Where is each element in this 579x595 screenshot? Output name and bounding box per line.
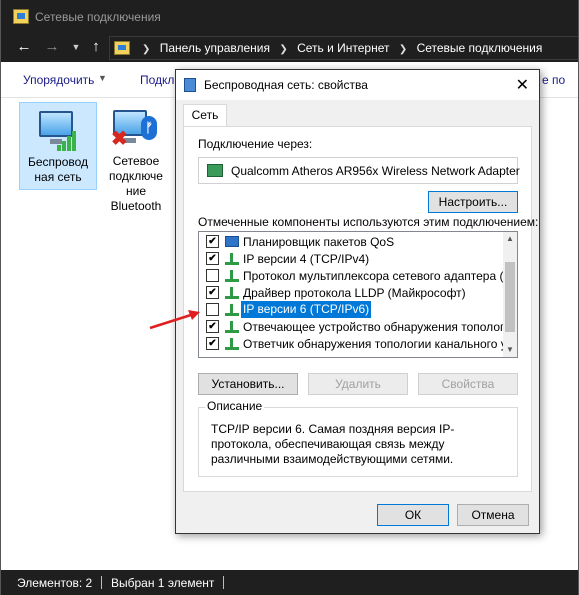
uninstall-button[interactable]: Удалить	[308, 373, 408, 395]
breadcrumb: ❯ Панель управления ❯ Сеть и Интернет ❯ …	[136, 41, 542, 55]
network-folder-icon	[13, 9, 29, 24]
scroll-down-icon[interactable]: ▼	[503, 343, 517, 357]
component-checkbox[interactable]: ✔	[206, 235, 219, 248]
protocol-icon	[225, 321, 239, 333]
description-text: TCP/IP версии 6. Самая поздняя версия IP…	[211, 422, 455, 466]
component-checkbox[interactable]	[206, 269, 219, 282]
close-icon[interactable]: ✕	[516, 75, 529, 95]
control-panel-icon	[114, 41, 130, 55]
connect-via-label: Подключение через:	[198, 137, 313, 151]
bluetooth-adapter-icon: ✖ ᚠ	[111, 106, 161, 152]
component-label: IP версии 6 (TCP/IPv6)	[241, 301, 372, 318]
dialog-title-bar: Беспроводная сеть: свойства ✕	[176, 70, 539, 100]
network-adapter-icon	[184, 78, 196, 92]
component-row[interactable]: ✔ IP версии 4 (TCP/IPv4)	[199, 250, 505, 267]
components-list[interactable]: ✔ Планировщик пакетов QoS ✔ IP версии 4 …	[198, 231, 518, 358]
adapter-name: Qualcomm Atheros AR956x Wireless Network…	[231, 164, 520, 178]
up-arrow-icon[interactable]: ↑	[87, 38, 105, 56]
component-row[interactable]: ✔ Отвечающее устройство обнаружения топо…	[199, 318, 517, 335]
network-card-icon	[207, 164, 223, 177]
component-label: Планировщик пакетов QoS	[243, 235, 395, 249]
breadcrumb-separator-icon: ❯	[398, 44, 408, 55]
dialog-title: Беспроводная сеть: свойства	[204, 78, 368, 92]
component-checkbox[interactable]: ✔	[206, 252, 219, 265]
component-row-selected[interactable]: IP версии 6 (TCP/IPv6)	[199, 301, 505, 318]
bluetooth-connection-item[interactable]: ✖ ᚠ Сетевое подключе ние Bluetooth	[97, 102, 175, 220]
organize-chevron-icon: ▼	[98, 73, 107, 83]
tab-network[interactable]: Сеть	[183, 104, 227, 127]
component-checkbox[interactable]: ✔	[206, 337, 219, 350]
wireless-label-line2: ная сеть	[34, 170, 82, 184]
component-row[interactable]: ✔ Драйвер протокола LLDP (Майкрософт)	[199, 284, 505, 301]
breadcrumb-separator-icon: ❯	[279, 44, 288, 55]
bluetooth-label-line4: Bluetooth	[110, 199, 162, 213]
wireless-properties-dialog: Беспроводная сеть: свойства ✕ Сеть Подкл…	[175, 69, 540, 534]
bluetooth-label-line3: ние	[125, 184, 146, 198]
description-group: Описание TCP/IP версии 6. Самая поздняя …	[198, 399, 518, 477]
component-label: Отвечающее устройство обнаружения тополо…	[243, 320, 518, 334]
adapter-field: Qualcomm Atheros AR956x Wireless Network…	[198, 157, 520, 184]
bluetooth-label-line1: Сетевое	[112, 154, 160, 168]
bluetooth-icon: ᚠ	[141, 116, 157, 140]
status-selected-count: Выбран 1 элемент	[111, 576, 215, 590]
component-label: Драйвер протокола LLDP (Майкрософт)	[243, 286, 466, 300]
network-tab-panel: Подключение через: Qualcomm Atheros AR95…	[183, 126, 538, 492]
protocol-icon	[225, 338, 239, 350]
components-label: Отмеченные компоненты используются этим …	[198, 215, 539, 229]
component-row[interactable]: Протокол мультиплексора сетевого адаптер…	[199, 267, 517, 284]
wireless-connection-item[interactable]: Беспровод ная сеть	[19, 102, 97, 190]
ok-button[interactable]: ОК	[377, 504, 449, 526]
install-button[interactable]: Установить...	[198, 373, 298, 395]
bluetooth-label-line2: подключе	[109, 169, 163, 183]
configure-button[interactable]: Настроить...	[428, 191, 518, 213]
disconnected-x-icon: ✖	[111, 128, 128, 150]
breadcrumb-network-connections[interactable]: Сетевые подключения	[417, 41, 543, 55]
title-bar: Сетевые подключения	[1, 0, 578, 34]
recent-locations-chevron-icon[interactable]: ▼	[67, 38, 85, 56]
protocol-icon	[225, 253, 239, 265]
status-item-count: Элементов: 2	[17, 576, 93, 590]
connect-menu[interactable]: Подкл	[140, 73, 174, 87]
window-title: Сетевые подключения	[35, 10, 161, 24]
breadcrumb-control-panel[interactable]: Панель управления	[160, 41, 270, 55]
wifi-adapter-icon	[33, 107, 83, 153]
scheduler-icon	[225, 236, 239, 247]
cancel-button[interactable]: Отмена	[457, 504, 529, 526]
back-arrow-icon[interactable]: ←	[15, 38, 33, 56]
protocol-icon	[225, 287, 239, 299]
component-row[interactable]: ✔ Планировщик пакетов QoS	[199, 233, 505, 250]
component-label: Ответчик обнаружения топологии канальног…	[243, 337, 518, 351]
navigation-bar: ← → ▼ ↑ ❯ Панель управления ❯ Сеть и Инт…	[1, 34, 578, 62]
scroll-up-icon[interactable]: ▲	[503, 232, 517, 246]
component-checkbox[interactable]: ✔	[206, 286, 219, 299]
forward-arrow-icon[interactable]: →	[43, 38, 61, 56]
protocol-icon	[225, 304, 239, 316]
description-legend: Описание	[205, 399, 265, 413]
breadcrumb-network-internet[interactable]: Сеть и Интернет	[297, 41, 389, 55]
component-row[interactable]: ✔ Ответчик обнаружения топологии канальн…	[199, 335, 517, 352]
breadcrumb-separator-icon: ❯	[142, 44, 151, 55]
scroll-thumb[interactable]	[505, 262, 515, 332]
red-pointer-arrow-icon	[149, 310, 200, 330]
component-label: IP версии 4 (TCP/IPv4)	[243, 252, 370, 266]
status-bar: Элементов: 2 Выбран 1 элемент	[1, 570, 578, 595]
wireless-label-line1: Беспровод	[27, 155, 89, 169]
ribbon-right-item[interactable]: е по	[542, 73, 565, 87]
component-label: Протокол мультиплексора сетевого адаптер…	[243, 269, 518, 283]
address-bar[interactable]: ❯ Панель управления ❯ Сеть и Интернет ❯ …	[109, 36, 578, 60]
protocol-icon	[225, 270, 239, 282]
organize-menu[interactable]: Упорядочить	[23, 73, 94, 87]
components-scrollbar[interactable]: ▲ ▼	[503, 232, 517, 357]
properties-button[interactable]: Свойства	[418, 373, 518, 395]
